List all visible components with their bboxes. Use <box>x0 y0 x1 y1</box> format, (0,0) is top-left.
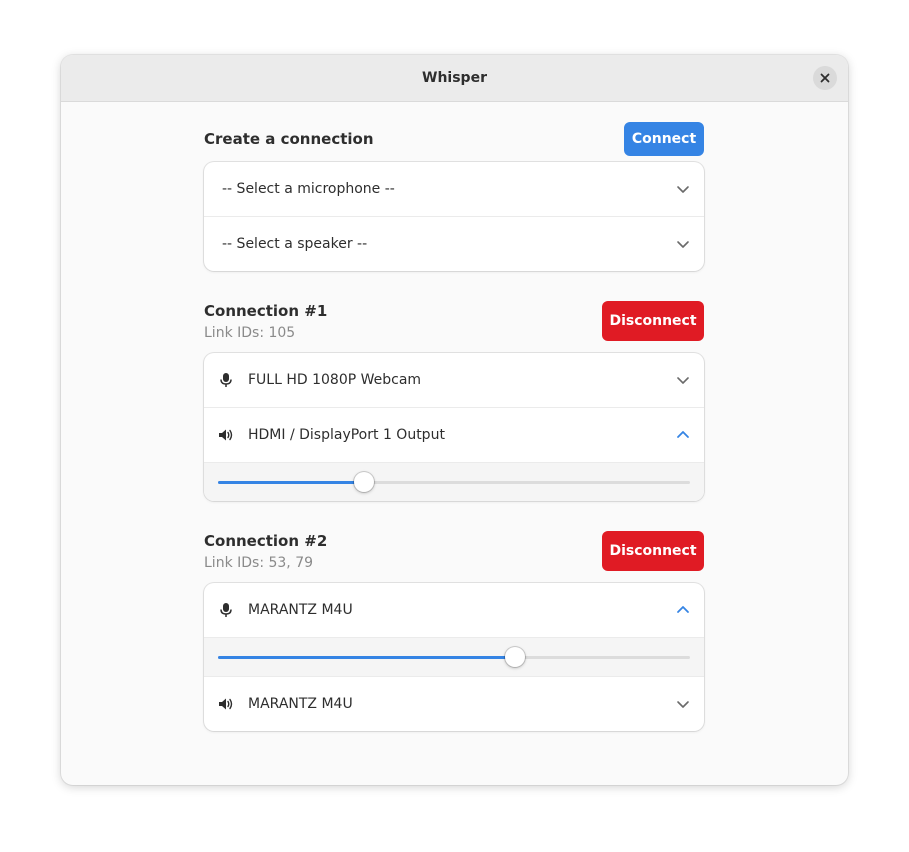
connection-1-microphone-row[interactable]: FULL HD 1080P Webcam <box>204 353 704 408</box>
connect-button[interactable]: Connect <box>624 122 704 156</box>
microphone-icon <box>218 372 234 388</box>
create-connection-card: -- Select a microphone -- -- Select a sp… <box>204 162 704 271</box>
connection-2-title: Connection #2 <box>204 531 328 550</box>
connection-2-speaker-row[interactable]: MARANTZ M4U <box>204 677 704 731</box>
connection-1-header: Connection #1 Link IDs: 105 Disconnect <box>204 301 704 341</box>
slider-fill <box>218 656 516 659</box>
close-button[interactable] <box>813 66 837 90</box>
slider-handle[interactable] <box>505 647 526 667</box>
microphone-icon <box>218 602 234 618</box>
connection-2-card: MARANTZ M4U MARANTZ M4U <box>204 583 704 731</box>
connection-1-link-ids: Link IDs: 105 <box>204 324 296 341</box>
connection-1-microphone-label: FULL HD 1080P Webcam <box>248 372 422 388</box>
disconnect-button-1[interactable]: Disconnect <box>602 301 704 341</box>
window-title: Whisper <box>422 70 487 86</box>
connection-1-volume-slider[interactable] <box>204 463 704 501</box>
speaker-icon <box>218 696 234 712</box>
chevron-down-icon <box>676 373 690 387</box>
speaker-select-value: -- Select a speaker -- <box>222 236 368 252</box>
slider-track[interactable] <box>218 472 690 492</box>
disconnect-button-2[interactable]: Disconnect <box>602 531 704 571</box>
connection-2-volume-slider[interactable] <box>204 638 704 677</box>
connection-2-microphone-label: MARANTZ M4U <box>248 602 353 618</box>
connection-2-link-ids: Link IDs: 53, 79 <box>204 554 314 571</box>
speaker-icon <box>218 427 234 443</box>
chevron-up-icon <box>676 428 690 442</box>
connection-1-speaker-label: HDMI / DisplayPort 1 Output <box>248 427 445 443</box>
connection-1-card: FULL HD 1080P Webcam HDMI / DisplayPort … <box>204 353 704 501</box>
create-connection-header: Create a connection Connect <box>204 122 704 156</box>
slider-fill <box>218 481 365 484</box>
connection-2-header: Connection #2 Link IDs: 53, 79 Disconnec… <box>204 531 704 571</box>
speaker-select[interactable]: -- Select a speaker -- <box>204 217 704 271</box>
connection-1-speaker-row[interactable]: HDMI / DisplayPort 1 Output <box>204 408 704 463</box>
connection-2-speaker-label: MARANTZ M4U <box>248 696 353 712</box>
chevron-down-icon <box>676 237 690 251</box>
microphone-select[interactable]: -- Select a microphone -- <box>204 162 704 217</box>
connection-2-microphone-row[interactable]: MARANTZ M4U <box>204 583 704 638</box>
slider-handle[interactable] <box>354 472 375 492</box>
chevron-down-icon <box>676 697 690 711</box>
chevron-down-icon <box>676 182 690 196</box>
microphone-select-value: -- Select a microphone -- <box>222 181 395 197</box>
title-bar: Whisper <box>61 55 848 102</box>
chevron-up-icon <box>676 603 690 617</box>
close-icon <box>820 73 830 83</box>
connection-1-title: Connection #1 <box>204 301 328 320</box>
slider-track[interactable] <box>218 647 690 667</box>
app-window: Whisper Create a connection Connect -- S… <box>61 55 848 785</box>
main-content: Create a connection Connect -- Select a … <box>204 122 704 731</box>
create-connection-title: Create a connection <box>204 130 374 148</box>
